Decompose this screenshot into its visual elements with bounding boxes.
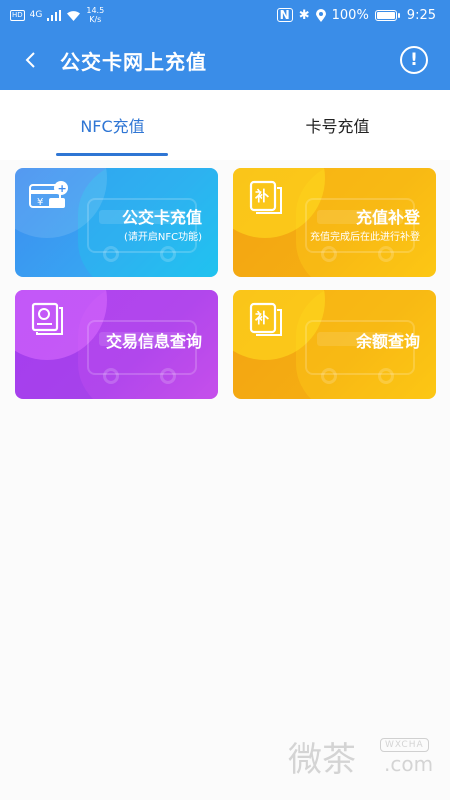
bus-card-recharge-card[interactable]: ¥ + 公交卡充值 (请开启NFC功能) [15, 168, 218, 277]
balance-query-card[interactable]: 补 余额查询 [233, 290, 436, 399]
balance-icon: 补 [247, 302, 287, 336]
back-button[interactable] [0, 30, 60, 90]
speed-unit: K/s [89, 15, 102, 24]
status-bar: HD 4G 14.5 K/s N ✱ 100% 9:25 [0, 0, 450, 30]
card-title: 公交卡充值 [121, 208, 202, 227]
page-title: 公交卡网上充值 [60, 49, 207, 74]
network-type: 4G [29, 10, 43, 20]
bus-wheel [103, 368, 119, 384]
watermark-english: WXCHA [380, 738, 429, 752]
bus-wheel [378, 246, 394, 262]
bus-wheel [321, 368, 337, 384]
svg-text:+: + [58, 182, 67, 195]
nfc-icon: N [276, 8, 293, 22]
tab-nfc-recharge[interactable]: NFC充值 [0, 90, 225, 160]
signal-icon [47, 9, 62, 21]
card-subtitle: 充值完成后在此进行补登 [310, 232, 420, 243]
hd-indicator: HD [10, 9, 25, 21]
bus-wheel [378, 368, 394, 384]
supplement-icon: 补 [247, 180, 287, 214]
clock: 9:25 [406, 7, 436, 23]
info-button[interactable]: ! [400, 46, 428, 74]
watermark-domain: .com [384, 752, 434, 776]
chevron-left-icon [25, 52, 35, 68]
bluetooth-icon: ✱ [298, 7, 310, 23]
tab-label: NFC充值 [80, 117, 145, 136]
watermark-chinese: 微茶 [288, 740, 356, 780]
status-left: HD 4G 14.5 K/s [10, 6, 104, 24]
tab-card-number-recharge[interactable]: 卡号充值 [225, 90, 450, 160]
tab-label: 卡号充值 [305, 117, 370, 136]
card-title: 充值补登 [355, 208, 420, 227]
supplement-icon-char: 补 [255, 189, 269, 205]
svg-text:¥: ¥ [37, 197, 43, 208]
balance-icon-char: 补 [255, 311, 269, 327]
bus-wheel [160, 368, 176, 384]
recharge-supplement-card[interactable]: 补 充值补登 充值完成后在此进行补登 [233, 168, 436, 277]
network-speed: 14.5 K/s [86, 6, 104, 24]
wifi-icon [67, 10, 81, 21]
bus-wheel [103, 246, 119, 262]
watermark-logo: 微茶 WXCHA .com [288, 732, 438, 782]
bus-wheel [160, 246, 176, 262]
transaction-query-card[interactable]: 交易信息查询 [15, 290, 218, 399]
tab-bar: NFC充值 卡号充值 [0, 90, 450, 160]
battery-icon [374, 9, 400, 21]
card-title: 余额查询 [355, 332, 420, 351]
card-title: 交易信息查询 [105, 332, 202, 351]
location-icon [315, 8, 326, 22]
info-icon: ! [410, 50, 418, 70]
status-right: N ✱ 100% 9:25 [276, 7, 436, 23]
search-document-icon [29, 302, 69, 336]
battery-percent: 100% [331, 7, 369, 23]
card-yuan-icon: ¥ + [29, 180, 69, 214]
app-header: 公交卡网上充值 ! [0, 30, 450, 90]
speed-value: 14.5 [86, 6, 105, 15]
card-subtitle: (请开启NFC功能) [123, 232, 202, 243]
bus-wheel [321, 246, 337, 262]
